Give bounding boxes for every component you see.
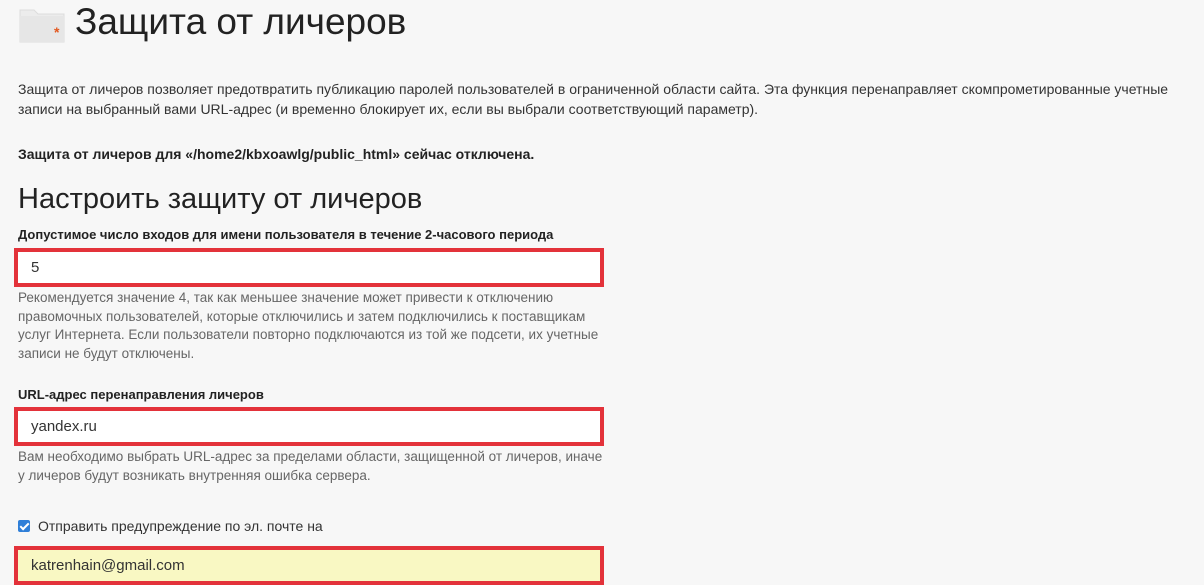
logins-label: Допустимое число входов для имени пользо… — [18, 227, 554, 242]
svg-text:*: * — [54, 24, 60, 40]
status-text: Защита от личеров для «/home2/kbxoawlg/p… — [18, 146, 535, 162]
page-title: Защита от личеров — [75, 1, 407, 42]
section-title: Настроить защиту от личеров — [18, 183, 423, 215]
intro-text: Защита от личеров позволяет предотвратит… — [18, 81, 1169, 117]
email-input[interactable] — [18, 550, 600, 581]
redirect-url-input[interactable] — [18, 411, 600, 442]
email-alert-row: Отправить предупреждение по эл. почте на — [18, 518, 323, 534]
redirect-field-wrapper — [14, 407, 604, 446]
redirect-label: URL-адрес перенаправления личеров — [18, 387, 264, 402]
folder-lock-icon: * — [19, 9, 65, 43]
redirect-help-text: Вам необходимо выбрать URL-адрес за пред… — [18, 449, 603, 483]
logins-field-wrapper — [14, 248, 604, 287]
email-field-wrapper — [14, 546, 604, 585]
logins-input[interactable] — [18, 252, 600, 283]
email-alert-label: Отправить предупреждение по эл. почте на — [38, 518, 323, 534]
logins-help-text: Рекомендуется значение 4, так как меньше… — [18, 290, 599, 361]
email-alert-checkbox[interactable] — [18, 520, 30, 532]
